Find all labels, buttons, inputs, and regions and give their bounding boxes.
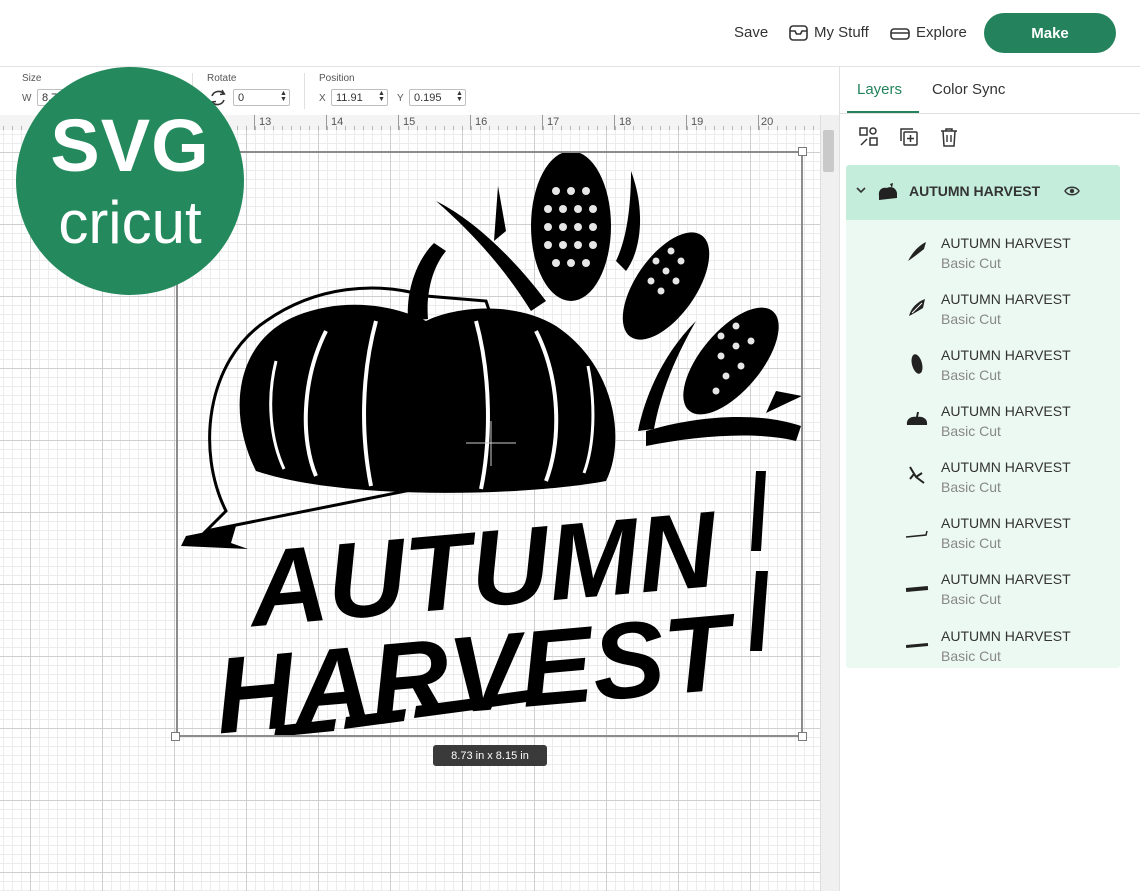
ruler-number: 14 [331,116,344,128]
position-label: Position [319,73,355,84]
ruler-tick [254,115,255,130]
rotate-label: Rotate [207,73,237,84]
toolbar-divider [304,73,305,109]
corn-cob-icon [911,354,923,374]
layer-name: AUTUMN HARVEST [941,347,1071,363]
ruler-tick [686,115,687,130]
trash-icon[interactable] [938,126,960,148]
harvest-text-icon [905,586,929,592]
layer-operation: Basic Cut [941,255,1001,271]
panel-divider [840,113,1140,114]
tab-color-sync[interactable]: Color Sync [932,81,1005,98]
layer-operation: Basic Cut [941,479,1001,495]
x-position-stepper[interactable]: ▲ ▼ [377,90,386,104]
group-icon[interactable] [858,126,880,148]
y-position-field[interactable]: 0.195 ▲ ▼ [409,89,466,106]
group-thumbnail-icon [878,183,897,200]
chevron-down-icon[interactable] [855,185,867,195]
ruler-number: 13 [259,116,272,128]
layer-operation: Basic Cut [941,648,1001,664]
inbox-icon [789,24,808,41]
top-bar: Save My Stuff Explore Make [0,0,1140,67]
layer-item[interactable]: AUTUMN HARVEST Basic Cut [846,283,1120,337]
layer-item[interactable]: AUTUMN HARVEST Basic Cut [846,227,1120,281]
layer-name: AUTUMN HARVEST [941,459,1071,475]
layer-name: AUTUMN HARVEST [941,515,1071,531]
layer-operation: Basic Cut [941,535,1001,551]
scrollbar-thumb[interactable] [823,130,834,172]
layer-group-title: AUTUMN HARVEST [909,183,1041,199]
layer-item[interactable]: AUTUMN HARVEST Basic Cut [846,451,1120,505]
explore-button[interactable]: Explore [890,24,967,41]
ruler-tick [470,115,471,130]
make-label: Make [1031,24,1069,42]
layer-name: AUTUMN HARVEST [941,571,1071,587]
ruler-number: 18 [619,116,632,128]
rotate-value: 0 [238,91,245,104]
corn-leaf-icon [908,242,926,261]
ruler-number: 16 [475,116,488,128]
storefront-icon [890,27,910,40]
layer-name: AUTUMN HARVEST [941,628,1071,644]
ruler-tick [326,115,327,130]
width-label: W [22,93,32,104]
dimensions-text: 8.73 in x 8.15 in [451,749,529,762]
save-button[interactable]: Save [734,24,768,41]
layer-operation: Basic Cut [941,367,1001,383]
duplicate-icon[interactable] [898,126,920,148]
y-position-stepper[interactable]: ▲ ▼ [455,90,464,104]
ruler-number: 17 [547,116,560,128]
my-stuff-button[interactable]: My Stuff [789,24,869,41]
layer-name: AUTUMN HARVEST [941,403,1071,419]
ruler-number: 15 [403,116,416,128]
resize-handle-bottom-right[interactable] [798,732,807,741]
rotate-stepper[interactable]: ▲ ▼ [279,90,288,104]
size-label: Size [22,73,42,84]
make-button[interactable]: Make [984,13,1116,53]
layer-item[interactable]: AUTUMN HARVEST Basic Cut [846,339,1120,393]
pumpkin-icon [906,412,928,425]
save-label: Save [734,24,769,41]
layer-operation: Basic Cut [941,591,1001,607]
resize-handle-bottom-left[interactable] [171,732,180,741]
layer-item[interactable]: AUTUMN HARVEST Basic Cut [846,395,1120,449]
dimensions-badge: 8.73 in x 8.15 in [433,745,547,766]
ruler-tick [542,115,543,130]
rotate-field[interactable]: 0 ▲ ▼ [233,89,290,106]
x-position-field[interactable]: 11.91 ▲ ▼ [331,89,388,106]
layer-item[interactable]: AUTUMN HARVEST Basic Cut [846,507,1120,561]
vertical-scrollbar[interactable] [820,115,839,891]
logo-svg-text: SVG [50,104,210,187]
layer-item[interactable]: AUTUMN HARVEST Basic Cut [846,563,1120,617]
stem-icon [909,466,925,484]
autumn-text-icon [905,643,929,648]
layer-name: AUTUMN HARVEST [941,291,1071,307]
ruler-tick [758,115,759,130]
x-position-value: 11.91 [336,91,363,104]
layer-name: AUTUMN HARVEST [941,235,1071,251]
ruler-tick [398,115,399,130]
svg-cricut-logo: SVG cricut [16,67,244,295]
ruler-number: 19 [691,116,704,128]
layer-group-header[interactable]: AUTUMN HARVEST [846,165,1120,220]
x-label: X [319,93,326,104]
resize-handle-top-right[interactable] [798,147,807,156]
layer-group: AUTUMN HARVEST AUTUMN HARVEST Basic Cut … [846,165,1120,668]
y-label: Y [397,93,404,104]
layer-item[interactable]: AUTUMN HARVEST Basic Cut [846,620,1120,674]
ruler-tick [614,115,615,130]
ruler-number: 20 [761,116,774,128]
layer-operation: Basic Cut [941,311,1001,327]
y-position-value: 0.195 [414,91,442,104]
outline-icon [905,530,928,538]
logo-cricut-text: cricut [58,189,202,256]
eye-icon[interactable] [1064,185,1080,197]
selection-bounding-box[interactable] [176,151,803,737]
my-stuff-label: My Stuff [814,24,869,41]
layers-panel: Layers Color Sync AUTUMN HARVEST AUTUMN … [839,67,1140,891]
explore-label: Explore [916,24,967,41]
corn-husk-icon [909,299,925,316]
tab-layers[interactable]: Layers [857,81,902,98]
layer-operation: Basic Cut [941,423,1001,439]
